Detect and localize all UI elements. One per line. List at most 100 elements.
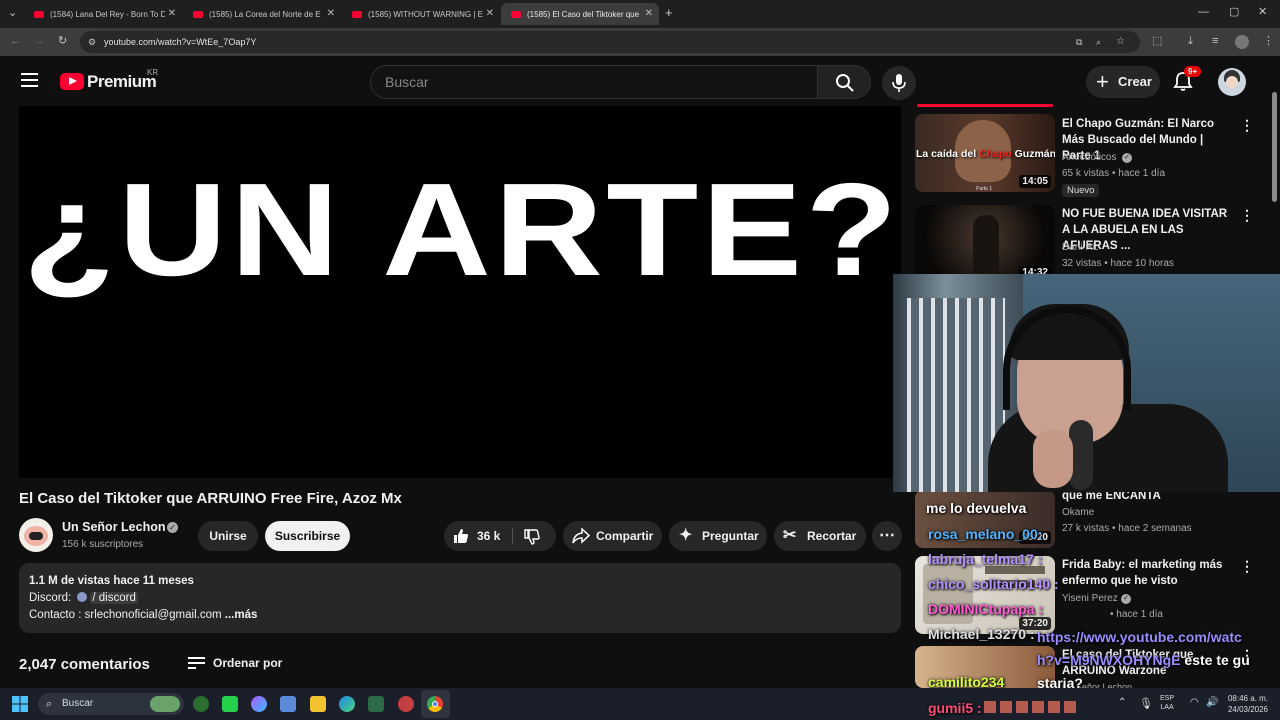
browser-tab-2[interactable]: (1585) La Corea del Norte de E ✕ bbox=[183, 3, 341, 25]
rec-channel-3[interactable]: Okame bbox=[1062, 507, 1094, 518]
copilot-icon[interactable] bbox=[251, 696, 267, 712]
page-scrollbar[interactable] bbox=[1272, 92, 1277, 202]
dislike-icon[interactable] bbox=[524, 529, 540, 545]
store-icon[interactable] bbox=[280, 696, 296, 712]
file-explorer-icon[interactable] bbox=[310, 696, 326, 712]
thumb-text-line bbox=[985, 566, 1045, 574]
video-player[interactable]: ¿UN ARTE? bbox=[19, 106, 901, 478]
extensions-icon[interactable]: ⬚ bbox=[1152, 36, 1162, 47]
new-tab-icon[interactable]: + bbox=[665, 6, 673, 19]
chat-user-dominic: DOMINICtupapa : bbox=[928, 601, 1044, 617]
rec-thumbnail-4[interactable]: 37:20 bbox=[915, 556, 1055, 634]
media-controls-icon[interactable]: ≡ bbox=[1212, 36, 1218, 47]
chat-link: https://www.youtube.com/watch?v=M9NWXOHY… bbox=[1037, 626, 1253, 695]
voice-search-button[interactable] bbox=[882, 66, 916, 100]
create-button[interactable]: + Crear bbox=[1086, 66, 1160, 98]
browser-tab-1[interactable]: (1584) Lana Del Rey - Born To D ✕ bbox=[24, 3, 182, 25]
rec-channel-2[interactable]: Dani RL bbox=[1062, 242, 1098, 253]
prev-item-progress-bar bbox=[917, 104, 1053, 107]
chat-user-labruja: labruja_telma17 : bbox=[928, 551, 1043, 567]
edge-icon[interactable] bbox=[339, 696, 355, 712]
like-icon[interactable] bbox=[453, 528, 469, 544]
search-icon bbox=[836, 74, 854, 92]
notifications-button[interactable]: 9+ bbox=[1172, 66, 1202, 94]
bookmark-star-icon[interactable]: ☆ bbox=[1116, 36, 1125, 47]
account-avatar[interactable] bbox=[1218, 68, 1246, 96]
minimize-window-icon[interactable]: — bbox=[1198, 7, 1209, 18]
more-actions-button[interactable]: ⋯ bbox=[872, 521, 902, 551]
join-label: Unirse bbox=[209, 529, 247, 543]
channel-avatar[interactable] bbox=[19, 518, 53, 552]
channel-name[interactable]: Un Señor Lechon bbox=[62, 520, 165, 534]
close-tab-icon[interactable]: ✕ bbox=[168, 8, 176, 19]
rec-menu-icon[interactable]: ⋮ bbox=[1240, 558, 1254, 575]
sort-icon bbox=[188, 657, 205, 659]
clock[interactable]: 08:46 a. m. 24/03/2026 bbox=[1224, 693, 1268, 715]
search-input[interactable]: Buscar bbox=[370, 65, 818, 99]
share-button[interactable]: Compartir bbox=[563, 521, 662, 551]
youtube-favicon-icon bbox=[34, 10, 44, 18]
chat-user-chico: chico_solitario140 : bbox=[928, 576, 1059, 592]
rec-menu-icon[interactable]: ⋮ bbox=[1240, 207, 1254, 224]
clip-button[interactable]: ✂ Recortar bbox=[774, 521, 866, 551]
tray-mic-icon[interactable]: 🎙 bbox=[1139, 697, 1153, 710]
profile-avatar-icon[interactable] bbox=[1235, 35, 1249, 49]
close-tab-icon[interactable]: ✕ bbox=[486, 8, 494, 19]
rec-channel-4[interactable]: Yiseni Perez bbox=[1062, 593, 1118, 604]
show-more-link[interactable]: ...más bbox=[225, 609, 258, 621]
verified-badge-icon: ✓ bbox=[167, 522, 178, 533]
install-app-icon[interactable]: ⧉ bbox=[1076, 37, 1082, 48]
browser-tab-bar: ⌄ (1584) Lana Del Rey - Born To D ✕ (158… bbox=[0, 0, 1280, 28]
hamburger-menu-icon[interactable] bbox=[21, 73, 38, 75]
taskbar-app-icon[interactable] bbox=[398, 696, 414, 712]
search-button[interactable] bbox=[817, 65, 871, 99]
taskbar-app-icon[interactable] bbox=[368, 696, 384, 712]
browser-tab-3[interactable]: (1585) WITHOUT WARNING | E ✕ bbox=[342, 3, 500, 25]
region-code: KR bbox=[147, 68, 159, 77]
chrome-menu-icon[interactable]: ⋮ bbox=[1263, 36, 1274, 47]
discord-link[interactable]: / discord bbox=[90, 592, 138, 604]
tab-title: (1585) WITHOUT WARNING | E bbox=[368, 9, 483, 19]
volume-icon[interactable]: 🔊 bbox=[1206, 697, 1218, 708]
close-tab-icon[interactable]: ✕ bbox=[327, 8, 335, 19]
ask-button[interactable]: ✦ Preguntar bbox=[669, 521, 767, 551]
chat-user-michael: Michael_13270 : bbox=[928, 626, 1035, 642]
thumb-caption-c: Guzmán bbox=[1014, 148, 1055, 160]
zoom-icon[interactable]: ⌕ bbox=[1096, 37, 1101, 48]
taskbar-search[interactable]: ⌕ Buscar bbox=[38, 693, 184, 715]
subscribe-button[interactable]: Suscribirse bbox=[265, 521, 350, 551]
browser-tab-4-active[interactable]: (1585) El Caso del Tiktoker que ✕ bbox=[501, 3, 659, 25]
taskbar-app-icon[interactable] bbox=[222, 696, 238, 712]
back-icon[interactable]: ← bbox=[10, 36, 21, 47]
chat-user-gumii: gumii5 : bbox=[928, 700, 982, 716]
close-tab-icon[interactable]: ✕ bbox=[645, 8, 653, 19]
join-button[interactable]: Unirse bbox=[198, 521, 258, 551]
rec-thumbnail-1[interactable]: La caída del Chapo Guzmán Parte 1 14:05 bbox=[915, 114, 1055, 192]
rec-title-4[interactable]: Frida Baby: el marketing más enfermo que… bbox=[1062, 557, 1234, 589]
site-info-icon[interactable]: ⚙ bbox=[88, 37, 96, 48]
rec-thumbnail-2[interactable]: 14:32 bbox=[915, 205, 1055, 283]
tray-chevron-icon[interactable]: ⌃ bbox=[1118, 697, 1126, 708]
forward-icon[interactable]: → bbox=[34, 36, 45, 47]
rec-channel-1[interactable]: Anecdóticos bbox=[1062, 152, 1116, 163]
description-box[interactable]: 1.1 M de vistas hace 11 meses Discord: /… bbox=[19, 563, 901, 633]
wifi-icon[interactable]: ◠ bbox=[1190, 697, 1199, 708]
rec-menu-icon[interactable]: ⋮ bbox=[1240, 117, 1254, 134]
close-window-icon[interactable]: ✕ bbox=[1258, 7, 1267, 18]
windows-start-icon[interactable] bbox=[12, 696, 28, 712]
chrome-taskbar-active[interactable] bbox=[421, 690, 450, 718]
premium-logo-text[interactable]: Premium bbox=[87, 72, 157, 92]
reload-icon[interactable]: ↻ bbox=[58, 36, 67, 47]
language-indicator[interactable]: ESP LAA bbox=[1160, 694, 1174, 712]
maximize-window-icon[interactable]: ▢ bbox=[1229, 7, 1239, 18]
like-dislike-group: 36 k bbox=[444, 521, 556, 551]
clock-time: 08:46 a. m. bbox=[1227, 694, 1268, 703]
taskbar-app-icon[interactable] bbox=[193, 696, 209, 712]
sort-comments-button[interactable]: Ordenar por bbox=[188, 655, 288, 673]
tab-search-chevron-icon[interactable]: ⌄ bbox=[8, 8, 17, 19]
youtube-logo-icon[interactable] bbox=[60, 73, 84, 90]
like-count[interactable]: 36 k bbox=[477, 521, 500, 551]
downloads-icon[interactable]: ⤓ bbox=[1188, 36, 1193, 47]
address-bar[interactable]: ⚙ youtube.com/watch?v=WtEe_7Oap7Y ⧉ ⌕ ☆ bbox=[80, 31, 1140, 53]
rec-meta-1: 65 k vistas • hace 1 día bbox=[1062, 168, 1166, 179]
